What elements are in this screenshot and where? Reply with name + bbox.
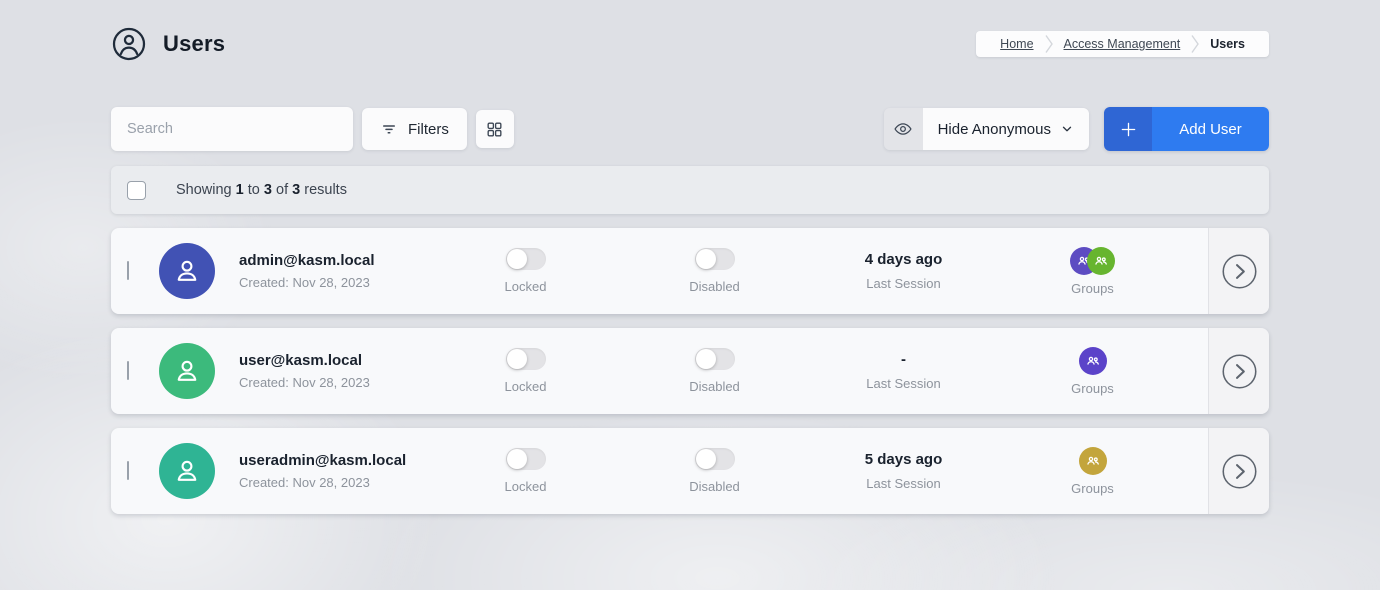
select-all-checkbox[interactable]	[127, 181, 146, 200]
results-to: 3	[264, 182, 272, 198]
groups-label: Groups	[1071, 481, 1114, 496]
locked-toggle[interactable]	[506, 348, 546, 370]
locked-toggle[interactable]	[506, 248, 546, 270]
plus-icon-segment	[1104, 107, 1152, 151]
user-email: user@kasm.local	[239, 352, 431, 369]
breadcrumb: Home Access Management Users	[976, 31, 1269, 57]
disabled-toggle[interactable]	[695, 448, 735, 470]
chevron-right-circle-icon	[1221, 253, 1258, 290]
avatar	[159, 443, 215, 499]
person-icon	[171, 355, 203, 387]
row-detail-button[interactable]	[1208, 428, 1269, 514]
groups-label: Groups	[1071, 281, 1114, 296]
people-group-icon	[1093, 253, 1109, 269]
locked-label: Locked	[505, 279, 547, 294]
users-page: Users Home Access Management Users Filte…	[0, 26, 1380, 514]
row-checkbox[interactable]	[127, 261, 129, 280]
toolbar-right: Hide Anonymous Add User	[884, 107, 1269, 151]
toolbar: Filters Hide Anonymous Add User	[111, 107, 1269, 151]
row-detail-button[interactable]	[1208, 228, 1269, 314]
group-badge[interactable]	[1079, 447, 1107, 475]
last-session-label: Last Session	[866, 276, 940, 291]
results-bar: Showing 1 to 3 of 3 results	[111, 166, 1269, 214]
last-session-value: 4 days ago	[865, 251, 943, 268]
breadcrumb-access-management[interactable]: Access Management	[1054, 37, 1191, 51]
row-checkbox[interactable]	[127, 361, 129, 380]
row-detail-button[interactable]	[1208, 328, 1269, 414]
table-row: user@kasm.local Created: Nov 28, 2023 Lo…	[111, 328, 1269, 414]
row-main: useradmin@kasm.local Created: Nov 28, 20…	[111, 428, 1208, 514]
user-email: useradmin@kasm.local	[239, 452, 431, 469]
last-session-label: Last Session	[866, 376, 940, 391]
disabled-toggle[interactable]	[695, 348, 735, 370]
chevron-right-circle-icon	[1221, 453, 1258, 490]
group-badges	[1079, 347, 1107, 375]
row-main: user@kasm.local Created: Nov 28, 2023 Lo…	[111, 328, 1208, 414]
locked-label: Locked	[505, 379, 547, 394]
last-session-label: Last Session	[866, 476, 940, 491]
chevron-down-icon	[1060, 122, 1074, 136]
row-checkbox[interactable]	[127, 461, 129, 480]
user-created: Created: Nov 28, 2023	[239, 375, 431, 390]
filters-button[interactable]: Filters	[362, 108, 467, 150]
filters-label: Filters	[408, 121, 449, 138]
avatar	[159, 343, 215, 399]
user-created: Created: Nov 28, 2023	[239, 275, 431, 290]
row-main: admin@kasm.local Created: Nov 28, 2023 L…	[111, 228, 1208, 314]
group-badges	[1070, 247, 1115, 275]
people-group-icon	[1085, 453, 1101, 469]
page-title-wrap: Users	[111, 26, 225, 62]
disabled-label: Disabled	[689, 379, 740, 394]
add-user-button[interactable]: Add User	[1104, 107, 1269, 151]
user-circle-icon	[111, 26, 147, 62]
person-icon	[171, 455, 203, 487]
group-badge[interactable]	[1079, 347, 1107, 375]
last-session-value: 5 days ago	[865, 451, 943, 468]
chevron-separator-icon	[1190, 34, 1200, 54]
add-user-label: Add User	[1152, 107, 1269, 151]
chevron-separator-icon	[1044, 34, 1054, 54]
results-summary: Showing 1 to 3 of 3 results	[176, 182, 347, 198]
grid-view-button[interactable]	[476, 110, 514, 148]
results-total: 3	[292, 182, 300, 198]
group-badge[interactable]	[1087, 247, 1115, 275]
locked-label: Locked	[505, 479, 547, 494]
groups-label: Groups	[1071, 381, 1114, 396]
breadcrumb-home[interactable]: Home	[990, 37, 1043, 51]
plus-icon	[1118, 119, 1139, 140]
person-icon	[171, 255, 203, 287]
disabled-label: Disabled	[689, 279, 740, 294]
eye-icon-segment[interactable]	[884, 108, 923, 150]
breadcrumb-users: Users	[1200, 37, 1255, 51]
avatar	[159, 243, 215, 299]
last-session-value: -	[901, 351, 906, 368]
filter-lines-icon	[380, 120, 398, 138]
chevron-right-circle-icon	[1221, 353, 1258, 390]
user-email: admin@kasm.local	[239, 252, 431, 269]
eye-icon	[893, 119, 913, 139]
visibility-dropdown[interactable]: Hide Anonymous	[884, 108, 1089, 150]
table-row: admin@kasm.local Created: Nov 28, 2023 L…	[111, 228, 1269, 314]
people-group-icon	[1085, 353, 1101, 369]
grid-icon	[485, 120, 504, 139]
user-created: Created: Nov 28, 2023	[239, 475, 431, 490]
table-row: useradmin@kasm.local Created: Nov 28, 20…	[111, 428, 1269, 514]
visibility-label: Hide Anonymous	[938, 121, 1051, 138]
disabled-toggle[interactable]	[695, 248, 735, 270]
search-input[interactable]	[111, 107, 353, 151]
group-badges	[1079, 447, 1107, 475]
disabled-label: Disabled	[689, 479, 740, 494]
page-header: Users Home Access Management Users	[111, 26, 1269, 62]
visibility-dropdown-main[interactable]: Hide Anonymous	[923, 108, 1089, 150]
results-from: 1	[236, 182, 244, 198]
page-title: Users	[163, 31, 225, 57]
locked-toggle[interactable]	[506, 448, 546, 470]
